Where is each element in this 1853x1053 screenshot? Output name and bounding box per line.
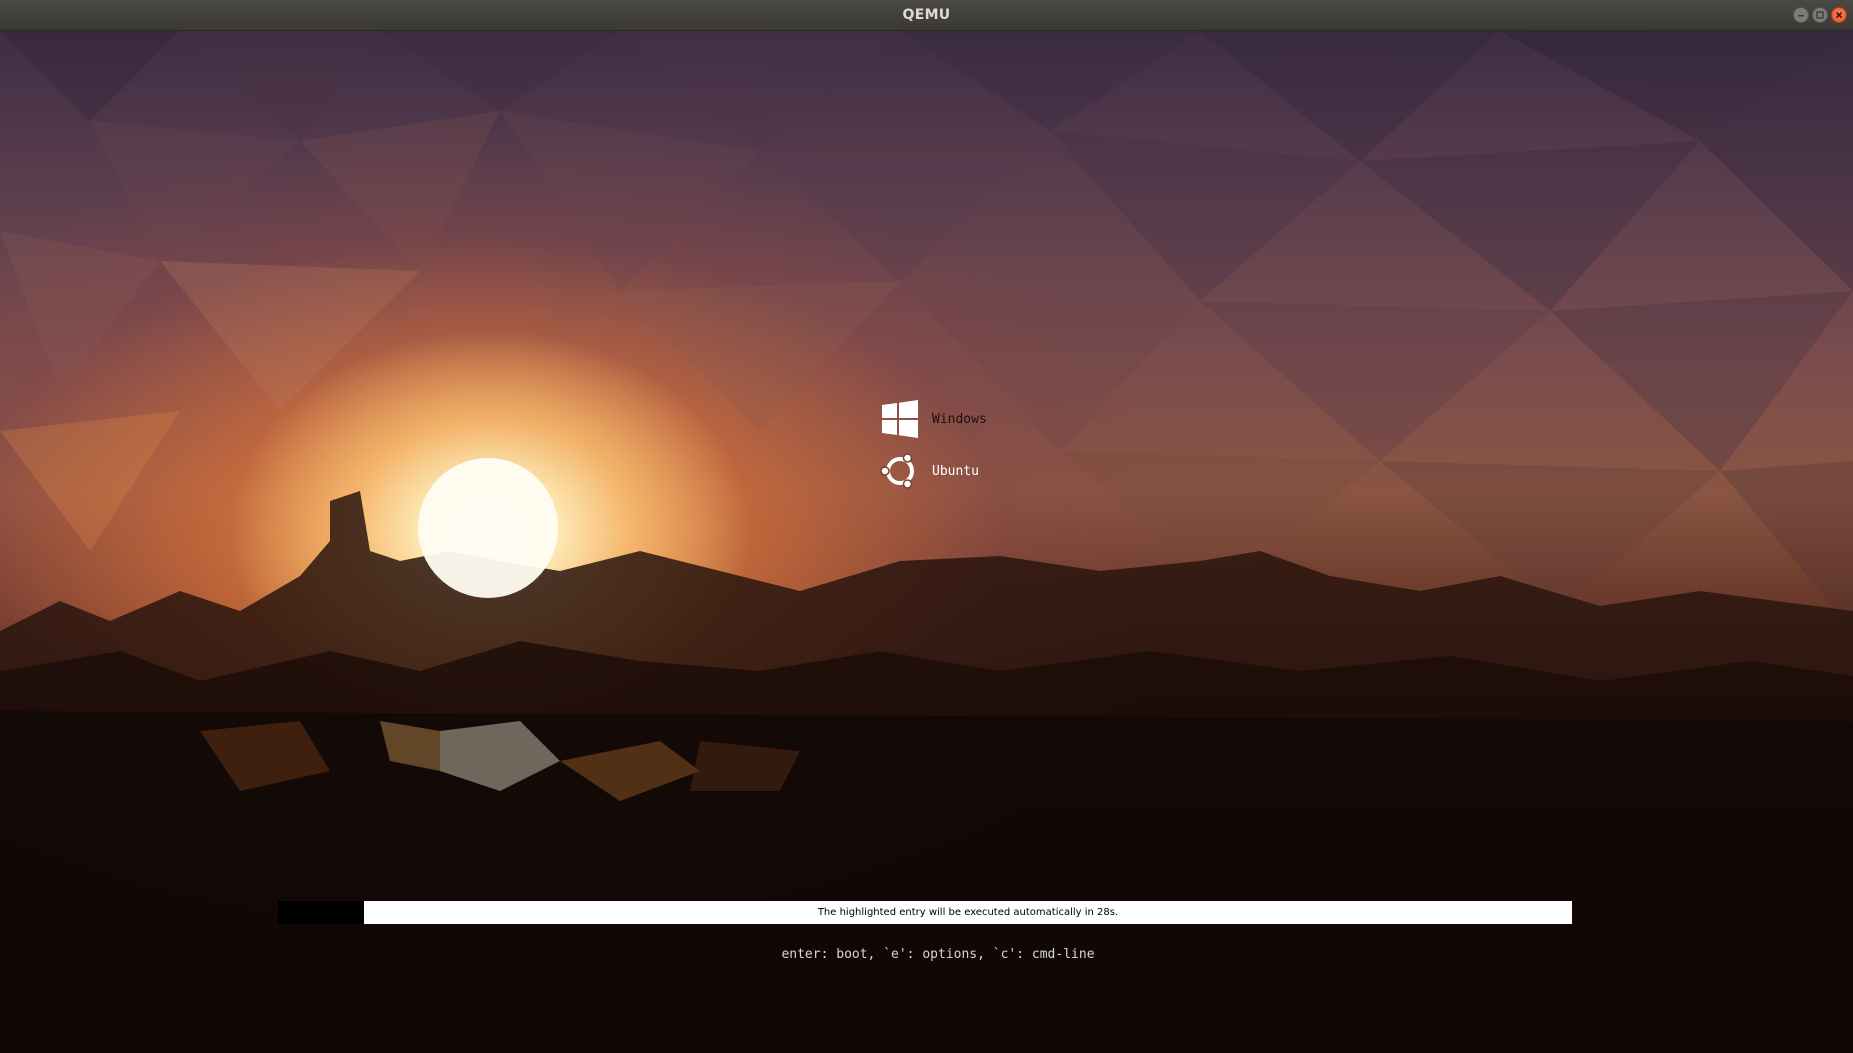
boot-entry-windows[interactable]: Windows xyxy=(878,394,987,444)
boot-menu: Windows Ubuntu xyxy=(878,394,987,498)
timeout-progress-bar: The highlighted entry will be executed a… xyxy=(364,901,1572,924)
boot-entry-label: Windows xyxy=(932,411,987,427)
windows-logo-icon xyxy=(878,397,922,441)
timeout-message: The highlighted entry will be executed a… xyxy=(817,907,1119,918)
boot-entry-label: Ubuntu xyxy=(932,463,979,479)
close-icon[interactable] xyxy=(1831,7,1847,23)
low-poly-sunset-background xyxy=(0,31,1853,1053)
vm-display[interactable]: Windows Ubuntu The highlighted entry wil… xyxy=(0,31,1853,1053)
key-help-text: enter: boot, `e': options, `c': cmd-line xyxy=(781,947,1095,962)
maximize-icon[interactable] xyxy=(1812,7,1828,23)
boot-entry-ubuntu[interactable]: Ubuntu xyxy=(878,446,987,496)
qemu-window: QEMU Windows Ubuntu The highlighted entr… xyxy=(0,0,1853,1053)
timeout-progress-remaining xyxy=(278,901,364,924)
minimize-icon[interactable] xyxy=(1793,7,1809,23)
title-bar[interactable]: QEMU xyxy=(0,0,1853,31)
ubuntu-logo-icon xyxy=(878,449,922,493)
window-title: QEMU xyxy=(902,7,951,23)
window-controls xyxy=(1793,7,1847,23)
